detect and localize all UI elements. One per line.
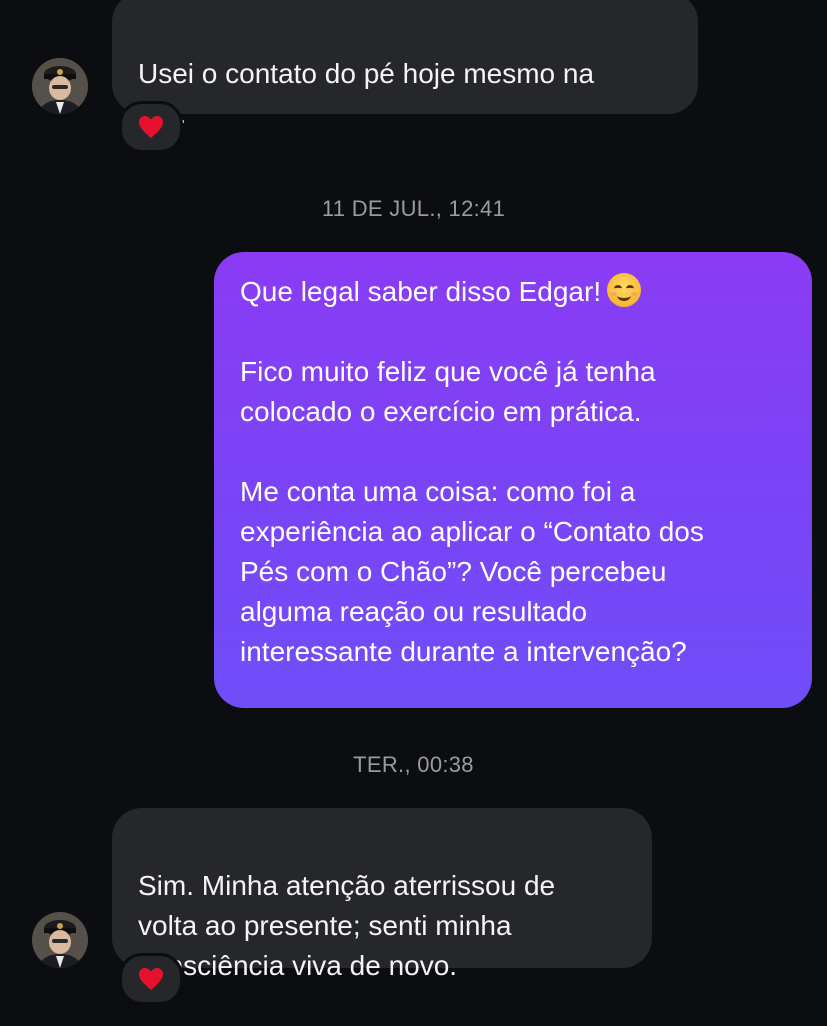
heart-icon — [139, 968, 163, 990]
message-bubble-incoming[interactable]: Usei o contato do pé hoje mesmo na rua. — [112, 0, 698, 129]
message-bubble-incoming[interactable]: Sim. Minha atenção aterrissou de volta a… — [112, 808, 652, 981]
heart-icon — [139, 116, 163, 138]
message-paragraph: Fico muito feliz que você já tenha coloc… — [240, 356, 656, 427]
message-text: Usei o contato do pé hoje mesmo na rua. — [138, 58, 595, 129]
message-text: Que legal saber disso Edgar! — [240, 276, 602, 307]
message-text: Sim. Minha atenção aterrissou de volta a… — [138, 870, 556, 981]
message-paragraph: Que legal saber disso Edgar! — [240, 272, 786, 312]
avatar[interactable] — [32, 912, 88, 968]
chat-screen: Usei o contato do pé hoje mesmo na rua. … — [0, 0, 827, 1026]
timestamp: 11 DE JUL., 12:41 — [321, 196, 506, 221]
reaction-badge[interactable] — [119, 953, 183, 1005]
message-bubble-outgoing[interactable]: Que legal saber disso Edgar! Fico muito … — [214, 252, 812, 708]
reaction-badge[interactable] — [119, 101, 183, 153]
smiling-face-icon — [607, 273, 642, 307]
user-avatar-icon — [32, 912, 88, 968]
timestamp: TER., 00:38 — [353, 752, 474, 777]
message-paragraph: Me conta uma coisa: como foi a experiênc… — [240, 476, 704, 667]
avatar[interactable] — [32, 58, 88, 114]
user-avatar-icon — [32, 58, 88, 114]
